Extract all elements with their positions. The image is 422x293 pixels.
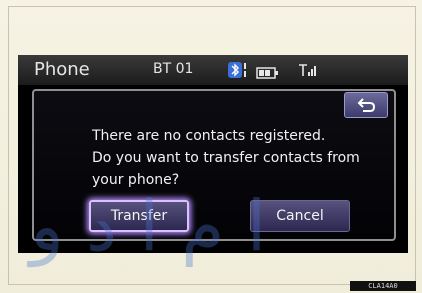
back-button[interactable] — [344, 92, 388, 118]
screen-title: Phone — [34, 59, 90, 80]
bluetooth-icon — [228, 62, 246, 82]
message-line-1: There are no contacts registered. — [92, 128, 326, 144]
message-line-3: your phone? — [92, 172, 180, 188]
dialog-message: There are no contacts registered. Do you… — [92, 125, 382, 191]
header-bar: Phone BT 01 — [18, 55, 408, 85]
device-name: BT 01 — [153, 61, 194, 77]
signal-icon — [298, 62, 318, 82]
message-line-2: Do you want to transfer contacts from — [92, 150, 360, 166]
figure-code: CLA14A0 — [350, 281, 416, 291]
phone-screen: Phone BT 01 There are no contacts regist… — [18, 55, 408, 253]
battery-icon — [256, 64, 278, 83]
transfer-button[interactable]: Transfer — [89, 200, 189, 232]
cancel-button[interactable]: Cancel — [250, 200, 350, 232]
transfer-contacts-dialog: There are no contacts registered. Do you… — [32, 89, 396, 241]
return-arrow-icon — [357, 98, 376, 112]
